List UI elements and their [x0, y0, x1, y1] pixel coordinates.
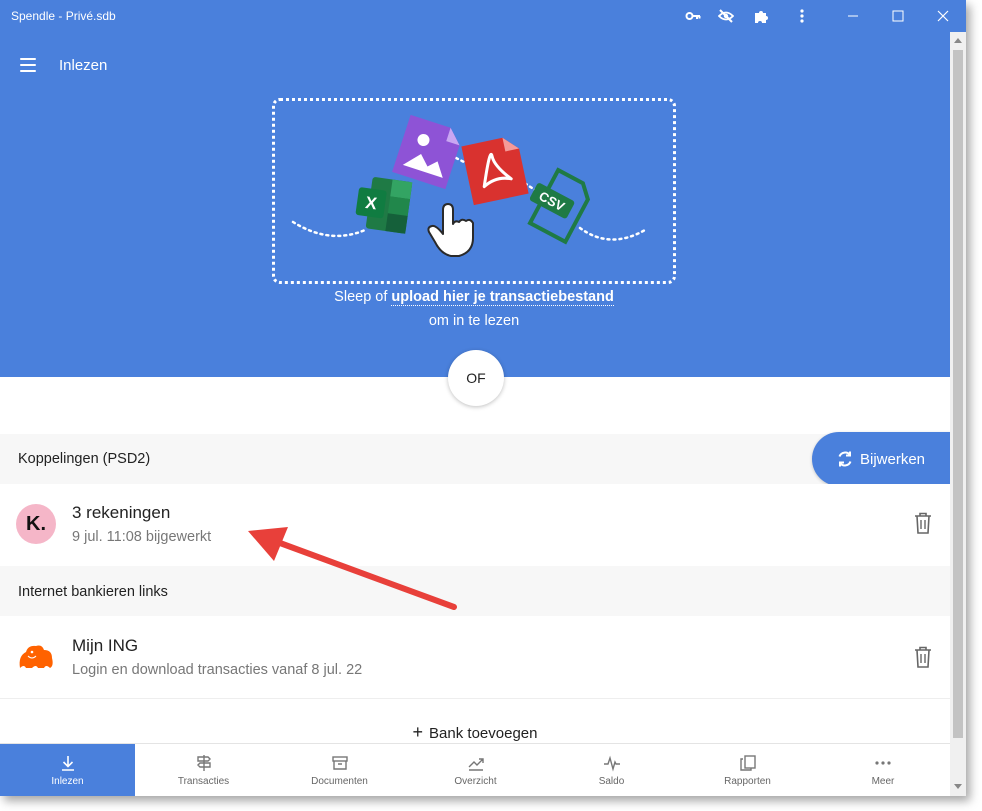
close-button[interactable] [920, 0, 966, 32]
or-divider: OF [448, 350, 504, 406]
page-title: Inlezen [59, 57, 108, 74]
nav-label: Overzicht [454, 776, 497, 787]
trend-icon [468, 758, 484, 771]
image-file-icon [392, 114, 460, 190]
maximize-icon [892, 10, 904, 22]
nav-label: Meer [871, 776, 895, 787]
scroll-down-icon [954, 784, 962, 789]
excel-file-icon: X [355, 177, 413, 234]
pdf-file-icon [461, 137, 529, 206]
copy-icon [739, 755, 756, 771]
nav-saldo[interactable]: Saldo [544, 744, 679, 796]
app-window: Spendle - Privé.sdb Inlezen X CSV Sleep … [0, 0, 966, 796]
key-icon[interactable] [685, 8, 701, 24]
scrollbar[interactable] [950, 32, 966, 796]
pulse-icon [603, 755, 620, 772]
trash-icon[interactable] [914, 646, 932, 668]
nav-transacties[interactable]: Transacties [136, 744, 271, 796]
eye-off-icon[interactable] [718, 8, 734, 24]
file-types-illustration: X CSV [291, 114, 647, 257]
add-bank-label: Bank toevoegen [429, 725, 538, 742]
download-icon [61, 756, 74, 771]
refresh-button-label: Bijwerken [860, 450, 926, 468]
nav-overzicht[interactable]: Overzicht [408, 744, 543, 796]
more-icon [875, 761, 891, 765]
sync-icon [838, 451, 852, 467]
account-count: 3 rekeningen [72, 503, 171, 522]
last-updated: 9 jul. 11:08 bijgewerkt [72, 529, 212, 545]
upload-link[interactable]: upload hier je transactiebestand [391, 289, 614, 306]
klarna-logo: K. [16, 504, 56, 544]
title-bar: Spendle - Privé.sdb [0, 0, 966, 32]
bank-login-hint: Login en download transacties vanaf 8 ju… [72, 662, 363, 678]
bank-name: Mijn ING [72, 636, 139, 655]
close-icon [937, 10, 949, 22]
puzzle-icon[interactable] [753, 8, 769, 24]
scrollbar-thumb[interactable] [953, 50, 963, 738]
list-item-ing[interactable]: Mijn ING Login en download transacties v… [0, 616, 950, 698]
nav-inlezen[interactable]: Inlezen [0, 744, 135, 796]
upload-instructions: Sleep of upload hier je transactiebestan… [272, 289, 676, 306]
more-vertical-icon[interactable] [794, 8, 810, 24]
plus-icon: + [412, 722, 424, 742]
scroll-up-icon [954, 38, 962, 43]
minimize-button[interactable] [830, 0, 876, 32]
internet-banking-section-label: Internet bankieren links [18, 584, 168, 600]
add-bank-button[interactable]: + Bank toevoegen [0, 722, 950, 743]
menu-icon[interactable] [20, 58, 36, 72]
refresh-button[interactable]: Bijwerken [812, 432, 952, 486]
upload-prefix: Sleep of [334, 289, 392, 305]
nav-label: Transacties [177, 776, 230, 787]
psd2-section-label: Koppelingen (PSD2) [18, 451, 151, 467]
list-item-klarna[interactable]: K. 3 rekeningen 9 jul. 11:08 bijgewerkt [0, 484, 950, 566]
bottom-navigation: Inlezen Transacties Documenten Overzicht… [0, 743, 950, 796]
annotation-arrow [248, 527, 457, 610]
hand-pointer-icon [427, 203, 474, 257]
nav-label: Documenten [311, 776, 368, 787]
trash-icon[interactable] [914, 512, 932, 534]
nav-label: Inlezen [51, 776, 84, 787]
window-title: Spendle - Privé.sdb [11, 9, 116, 23]
nav-label: Rapporten [724, 776, 771, 787]
upload-instructions-line2: om in te lezen [428, 313, 520, 329]
divider [0, 698, 950, 699]
archive-icon [331, 756, 348, 770]
nav-documenten[interactable]: Documenten [272, 744, 407, 796]
minimize-icon [848, 15, 858, 17]
ing-lion-logo [19, 645, 53, 668]
nav-meer[interactable]: Meer [816, 744, 950, 796]
nav-label: Saldo [598, 776, 625, 787]
signpost-icon [196, 755, 211, 771]
nav-rapporten[interactable]: Rapporten [680, 744, 815, 796]
maximize-button[interactable] [875, 0, 921, 32]
